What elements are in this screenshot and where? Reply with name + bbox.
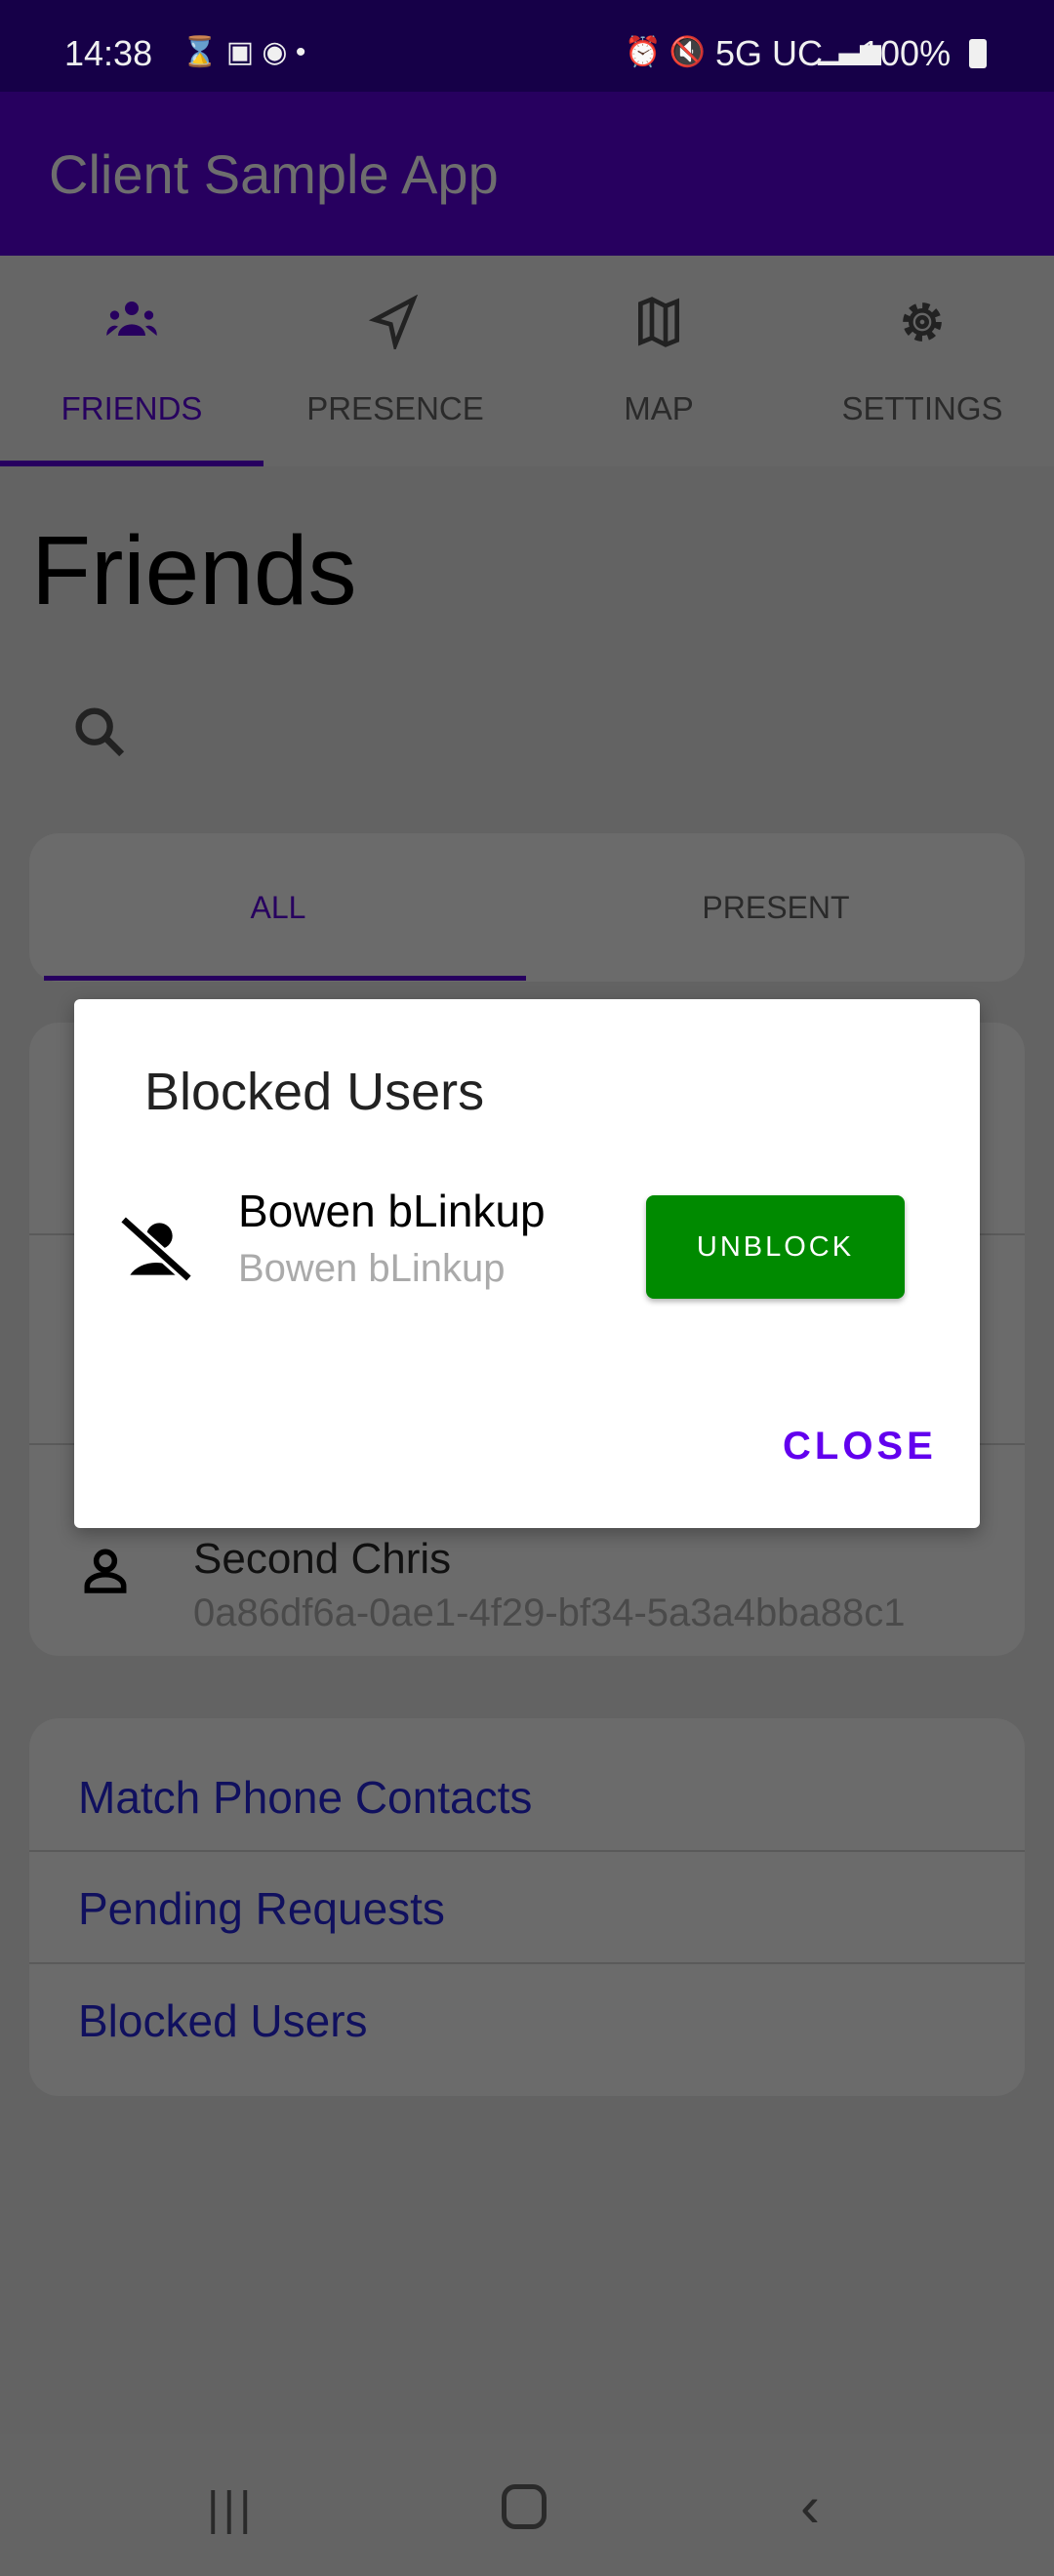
match-contacts-link[interactable]: Match Phone Contacts — [78, 1771, 532, 1824]
actions-card: Match Phone Contacts Pending Requests Bl… — [29, 1718, 1025, 2096]
close-button[interactable]: CLOSE — [783, 1425, 937, 1469]
filter-tab-indicator — [44, 976, 526, 981]
battery-label: 100% — [861, 33, 952, 73]
blocked-user-subtitle: Bowen bLinkup — [238, 1247, 506, 1290]
battery-icon — [969, 39, 987, 68]
tab-friends[interactable]: FRIENDS — [0, 256, 264, 466]
tab-settings[interactable]: SETTINGS — [790, 256, 1054, 466]
tab-map[interactable]: MAP — [527, 256, 790, 466]
search-icon[interactable] — [68, 701, 131, 763]
recents-icon[interactable]: ||| — [207, 2482, 255, 2536]
tab-presence[interactable]: PRESENCE — [264, 256, 527, 466]
pending-requests-link[interactable]: Pending Requests — [78, 1882, 445, 1935]
tab-label: MAP — [624, 390, 694, 426]
filter-tabs-card: ALL PRESENT — [29, 833, 1025, 982]
filter-tab-present[interactable]: PRESENT — [527, 833, 1025, 982]
notification-icons: ⌛ ▣ ◉ • — [182, 36, 306, 68]
tab-label: FRIENDS — [61, 390, 203, 426]
app-bar: Client Sample App — [0, 92, 1054, 256]
tab-label: SETTINGS — [841, 390, 1003, 426]
navigation-arrow-icon — [368, 295, 419, 349]
divider — [29, 1850, 1025, 1852]
gear-icon — [903, 302, 942, 342]
dialog-title: Blocked Users — [144, 1063, 485, 1121]
status-time: 14:38 — [64, 33, 153, 73]
active-tab-indicator — [0, 461, 264, 466]
app-title: Client Sample App — [49, 143, 499, 205]
system-nav-bar: ||| ‹ — [0, 2434, 1054, 2576]
alarm-mute-icons: ⏰ 🔇 — [625, 36, 707, 68]
home-icon[interactable] — [502, 2484, 547, 2529]
map-icon — [638, 297, 679, 347]
network-label: 5G UC — [715, 33, 824, 73]
divider — [29, 1962, 1025, 1964]
back-icon[interactable]: ‹ — [800, 2473, 820, 2540]
blocked-user-name: Bowen bLinkup — [238, 1186, 546, 1236]
person-icon — [84, 1549, 127, 1593]
unblock-button[interactable]: UNBLOCK — [646, 1195, 905, 1299]
blocked-users-dialog: Blocked Users Bowen bLinkup Bowen bLinku… — [74, 999, 980, 1528]
main-tabs: FRIENDS PRESENCE MAP SETTINGS — [0, 256, 1054, 466]
people-icon — [106, 302, 157, 336]
page-title: Friends — [31, 516, 357, 625]
filter-tab-all[interactable]: ALL — [29, 833, 527, 982]
blocked-user-icon — [119, 1215, 193, 1283]
friend-id: 0a86df6a-0ae1-4f29-bf34-5a3a4bba88c1 — [193, 1591, 906, 1634]
friend-name: Second Chris — [193, 1535, 452, 1583]
tab-label: PRESENCE — [306, 390, 484, 426]
status-bar: 14:38 ⌛ ▣ ◉ • ⏰ 🔇 5G UC ▁▃▅ 100% — [0, 0, 1054, 92]
blocked-users-link[interactable]: Blocked Users — [78, 1994, 368, 2047]
